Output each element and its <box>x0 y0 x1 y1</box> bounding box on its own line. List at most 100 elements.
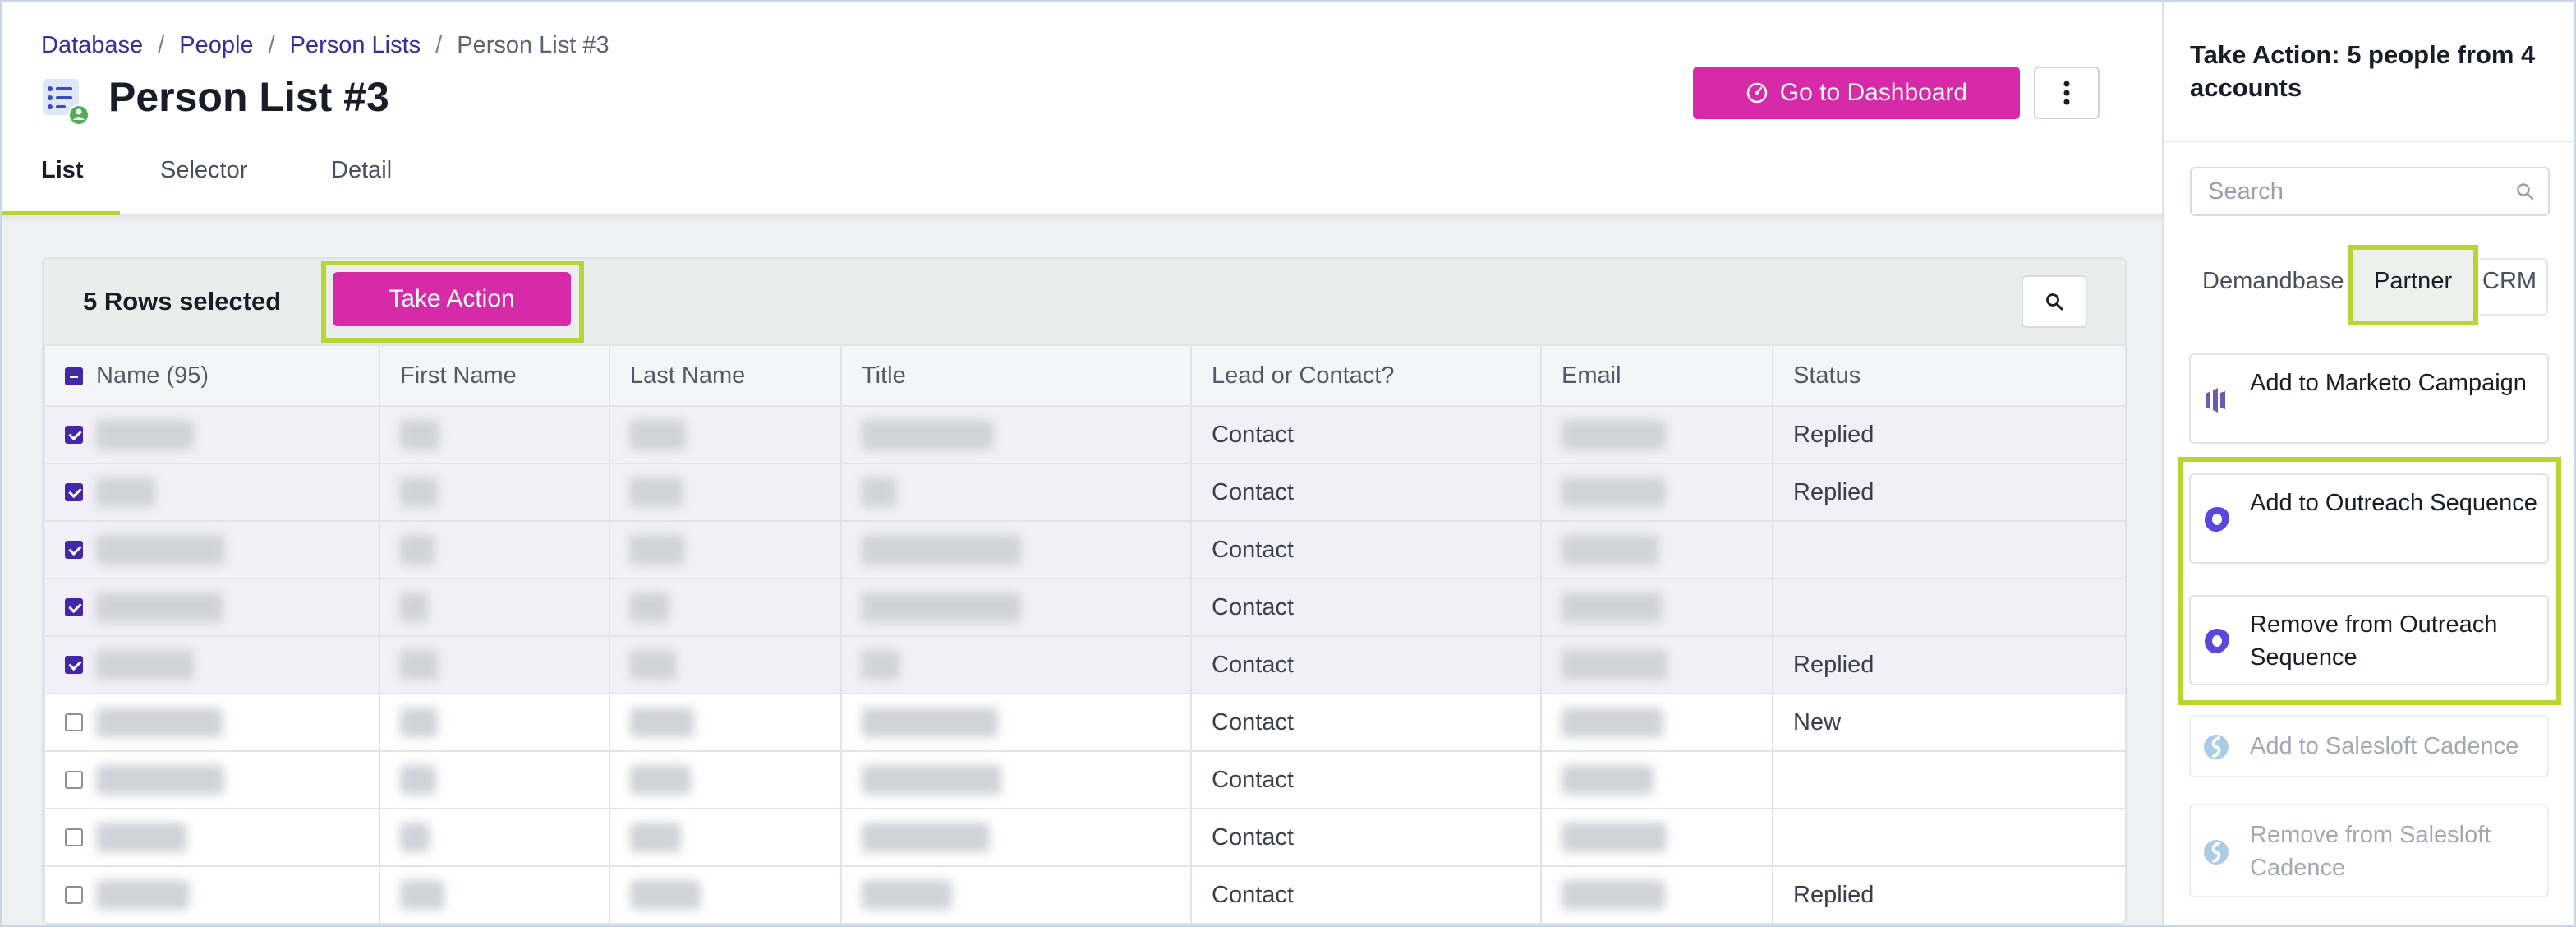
cell-status <box>1772 808 2125 867</box>
row-checkbox[interactable] <box>65 771 83 789</box>
row-checkbox[interactable] <box>65 656 83 674</box>
breadcrumb-person-lists[interactable]: Person Lists <box>290 32 421 59</box>
row-checkbox[interactable] <box>65 886 83 904</box>
breadcrumb-database[interactable]: Database <box>41 32 143 59</box>
table-row[interactable]: Contact Replied <box>44 865 2125 923</box>
breadcrumb-people[interactable]: People <box>179 32 253 59</box>
cell-last-name <box>609 405 842 464</box>
cell-title <box>840 520 1192 579</box>
tab-detail[interactable]: Detail <box>331 157 392 184</box>
row-checkbox[interactable] <box>65 483 83 501</box>
row-checkbox[interactable] <box>65 713 83 731</box>
redacted-email <box>1562 535 1658 565</box>
add-to-outreach-sequence-button[interactable]: Add to Outreach Sequence <box>2189 473 2549 564</box>
column-header-email[interactable]: Email <box>1540 344 1773 407</box>
table-row[interactable]: Contact Replied <box>44 405 2125 464</box>
redacted-first-name <box>400 593 428 622</box>
column-header-title[interactable]: Title <box>840 344 1192 407</box>
remove-from-salesloft-cadence-button[interactable]: Remove from Salesloft Cadence <box>2189 804 2549 897</box>
tab-selector[interactable]: Selector <box>160 157 247 184</box>
table-row[interactable]: Contact <box>44 520 2125 579</box>
add-to-marketo-campaign-button[interactable]: Add to Marketo Campaign <box>2189 353 2549 444</box>
row-checkbox[interactable] <box>65 598 83 616</box>
redacted-first-name <box>400 650 438 680</box>
redacted-name <box>96 535 224 565</box>
lead-or-contact-value: Contact <box>1212 593 1294 620</box>
redacted-title <box>862 880 952 910</box>
column-header-first-name[interactable]: First Name <box>379 344 610 407</box>
cell-email <box>1540 808 1773 867</box>
redacted-first-name <box>400 880 444 910</box>
column-header-last-name[interactable]: Last Name <box>609 344 842 407</box>
redacted-email <box>1562 650 1667 680</box>
breadcrumb-separator: / <box>435 32 443 58</box>
add-to-salesloft-cadence-button[interactable]: Add to Salesloft Cadence <box>2189 715 2549 777</box>
cell-name <box>44 750 380 809</box>
outreach-icon <box>2205 629 2229 653</box>
cell-status: Replied <box>1772 405 2125 464</box>
redacted-name <box>96 880 190 910</box>
tab-demandbase[interactable]: Demandbase <box>2202 268 2344 295</box>
panel-search-box <box>2190 167 2550 216</box>
lead-or-contact-value: Contact <box>1212 881 1294 908</box>
cell-title <box>840 578 1192 637</box>
row-checkbox[interactable] <box>65 426 83 444</box>
column-header-name[interactable]: Name (95) <box>44 344 380 407</box>
status-value: Replied <box>1793 421 1874 448</box>
column-header-status[interactable]: Status <box>1772 344 2125 407</box>
redacted-name <box>96 420 193 450</box>
cell-first-name <box>379 578 610 637</box>
table-header-row: Name (95) First Name Last Name Title Lea… <box>44 344 2125 407</box>
cell-first-name <box>379 750 610 809</box>
panel-search-input[interactable] <box>2192 168 2487 214</box>
redacted-last-name <box>630 650 676 680</box>
more-options-button[interactable] <box>2034 67 2100 119</box>
cell-email <box>1540 463 1773 522</box>
redacted-title <box>862 708 998 737</box>
go-to-dashboard-button[interactable]: Go to Dashboard <box>1693 67 2020 119</box>
select-all-checkbox[interactable] <box>65 367 83 385</box>
cell-last-name <box>609 635 842 694</box>
cell-email <box>1540 693 1773 752</box>
lead-or-contact-value: Contact <box>1212 823 1294 851</box>
redacted-title <box>862 823 990 852</box>
column-header-lead-or-contact[interactable]: Lead or Contact? <box>1190 344 1542 407</box>
redacted-first-name <box>400 477 438 507</box>
table-row[interactable]: Contact Replied <box>44 463 2125 522</box>
cell-first-name <box>379 865 610 923</box>
table-row[interactable]: Contact <box>44 808 2125 867</box>
redacted-title <box>862 765 1001 795</box>
redacted-email <box>1562 823 1667 852</box>
action-label: Add to Outreach Sequence <box>2250 490 2537 516</box>
cell-first-name <box>379 520 610 579</box>
salesloft-icon <box>2204 840 2229 865</box>
go-to-dashboard-label: Go to Dashboard <box>1779 79 1968 106</box>
cell-title <box>840 463 1192 522</box>
cell-last-name <box>609 520 842 579</box>
take-action-button[interactable]: Take Action <box>333 272 571 326</box>
row-checkbox[interactable] <box>65 541 83 559</box>
active-tab-indicator <box>2 211 120 215</box>
redacted-title <box>862 650 899 680</box>
cell-name <box>44 463 380 522</box>
cell-email <box>1540 405 1773 464</box>
table-row[interactable]: Contact <box>44 578 2125 637</box>
redacted-name <box>96 477 155 507</box>
cell-status: New <box>1772 693 2125 752</box>
table-row[interactable]: Contact Replied <box>44 635 2125 694</box>
tab-list[interactable]: List <box>41 157 84 184</box>
breadcrumb-current: Person List #3 <box>457 32 610 58</box>
tab-partner[interactable]: Partner <box>2374 268 2452 295</box>
table-search-button[interactable] <box>2022 275 2087 328</box>
cell-lead-or-contact: Contact <box>1190 578 1542 637</box>
action-label: Remove from Outreach Sequence <box>2250 611 2498 671</box>
cell-name <box>44 865 380 923</box>
remove-from-outreach-sequence-button[interactable]: Remove from Outreach Sequence <box>2189 595 2549 685</box>
tab-crm[interactable]: CRM <box>2482 268 2537 295</box>
outreach-icon <box>2205 507 2229 532</box>
table-row[interactable]: Contact <box>44 750 2125 809</box>
table-row[interactable]: Contact New <box>44 693 2125 752</box>
row-checkbox[interactable] <box>65 828 83 846</box>
cell-title <box>840 865 1192 923</box>
dashboard-gauge-icon <box>1746 82 1767 104</box>
